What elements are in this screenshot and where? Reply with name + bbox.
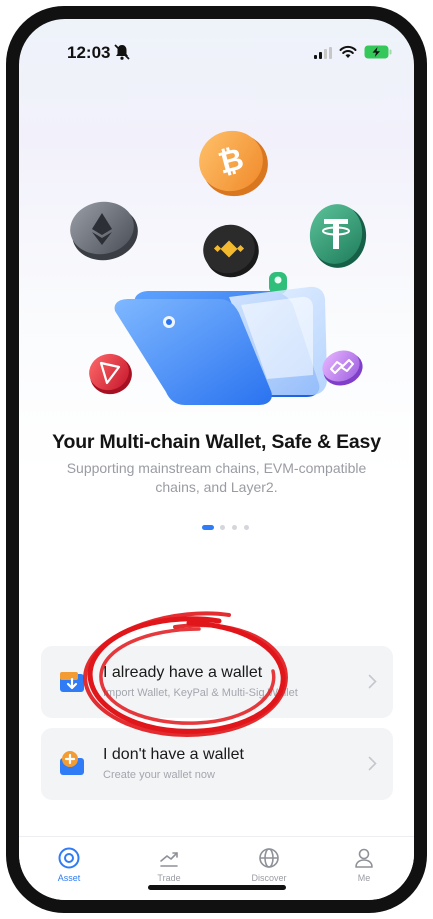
page-dot	[232, 525, 237, 530]
tab-discover[interactable]: Discover	[229, 846, 309, 883]
tab-me[interactable]: Me	[324, 846, 404, 883]
asset-icon	[58, 847, 80, 869]
tether-coin	[309, 204, 367, 268]
home-indicator	[148, 885, 286, 890]
phone-frame: 12:03 ₿ Your Multi-chain Wallet, Safe & …	[6, 6, 427, 913]
tab-asset[interactable]: Asset	[29, 846, 109, 883]
dont-have-wallet-subtitle: Create your wallet now	[103, 769, 215, 781]
app-screen: 12:03 ₿ Your Multi-chain Wallet, Safe & …	[19, 19, 414, 900]
battery-charging-icon	[364, 45, 392, 59]
signal-icon	[314, 47, 332, 59]
tab-trade[interactable]: Trade	[129, 846, 209, 883]
tab-asset-label: Asset	[57, 873, 81, 883]
tab-trade-label: Trade	[157, 873, 181, 883]
dont-have-wallet-title: I don't have a wallet	[103, 746, 244, 763]
page-dot-active	[202, 525, 214, 530]
create-wallet-icon	[60, 751, 84, 775]
wallet-illustration	[114, 286, 327, 405]
chevron-right-icon	[368, 674, 377, 689]
hero-illustration: ₿	[70, 130, 367, 405]
ethereum-coin	[70, 201, 138, 261]
bottom-tab-bar: Asset Trade Discover Me	[19, 836, 414, 900]
wifi-icon	[339, 45, 357, 58]
already-have-wallet-title: I already have a wallet	[103, 664, 263, 681]
trade-icon	[160, 852, 178, 867]
page-dot	[244, 525, 249, 530]
import-wallet-icon	[60, 672, 84, 692]
onboarding-title: Your Multi-chain Wallet, Safe & Easy	[52, 431, 381, 453]
page-dot	[220, 525, 225, 530]
bell-muted-icon	[114, 44, 130, 60]
tab-discover-label: Discover	[251, 873, 287, 883]
status-bar: 12:03	[19, 19, 414, 77]
dont-have-wallet-button[interactable]: I don't have a wallet Create your wallet…	[41, 728, 393, 800]
chevron-right-icon	[368, 756, 377, 771]
tab-me-label: Me	[357, 873, 371, 883]
tron-coin	[89, 353, 132, 395]
bitcoin-coin: ₿	[199, 130, 268, 197]
bnb-coin	[203, 224, 259, 278]
me-icon	[355, 848, 373, 868]
already-have-wallet-button[interactable]: I already have a wallet Import Wallet, K…	[41, 646, 393, 718]
status-time: 12:03	[67, 43, 111, 62]
already-have-wallet-subtitle: Import Wallet, KeyPal & Multi-Sig Wallet	[103, 687, 298, 699]
onboarding-subtitle: Supporting mainstream chains, EVM-compat…	[66, 460, 367, 495]
discover-icon	[259, 848, 279, 868]
page-indicator	[202, 525, 262, 531]
